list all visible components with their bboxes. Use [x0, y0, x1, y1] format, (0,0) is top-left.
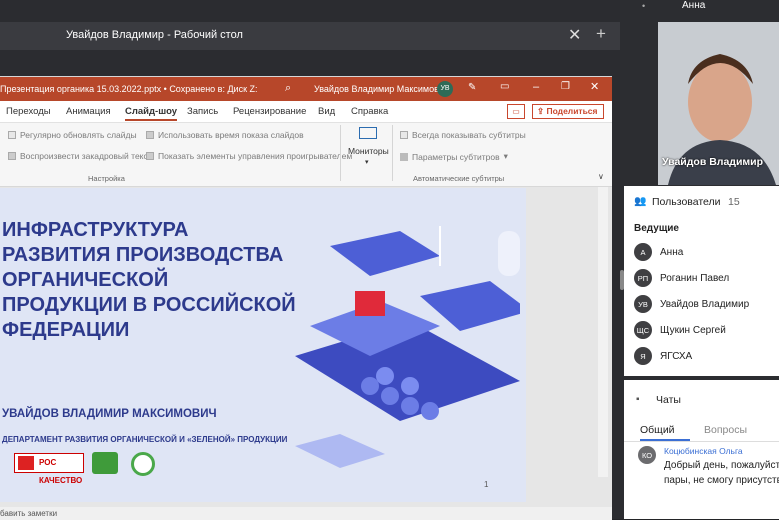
ribbon-display-icon[interactable]: ▭: [500, 81, 509, 92]
user-name[interactable]: Роганин Павел: [660, 273, 729, 284]
share-tab-bar: Увайдов Владимир - Рабочий стол ✕ +: [0, 22, 620, 50]
divider: [392, 125, 393, 181]
camera-top-label: Анна: [682, 0, 706, 11]
divider: [340, 125, 341, 181]
plus-icon[interactable]: +: [596, 24, 606, 44]
chevron-down-icon[interactable]: ▾: [365, 158, 369, 166]
user-name[interactable]: ЯГСХА: [660, 351, 692, 362]
tab-slideshow[interactable]: Слайд-шоу: [125, 106, 178, 121]
user-name[interactable]: Увайдов Владимир: [660, 299, 749, 310]
comment-icon[interactable]: ▭: [507, 104, 525, 119]
divider: [624, 441, 779, 442]
chat-message-line2: пары, не смогу присутств: [664, 475, 779, 486]
hosts-title: Ведущие: [634, 223, 679, 234]
pen-icon[interactable]: ✎: [468, 82, 476, 93]
slide-author: УВАЙДОВ ВЛАДИМИР МАКСИМОВИЧ: [2, 408, 217, 420]
monitors-button[interactable]: Мониторы: [348, 146, 389, 156]
avatar: КО: [638, 446, 656, 464]
chats-panel: ▪ Чаты Общий Вопросы КО Коцюбинская Ольг…: [624, 380, 779, 519]
users-title: Пользователи: [652, 196, 721, 208]
option-player-controls[interactable]: Показать элементы управления проигрывате…: [146, 151, 352, 161]
share-button[interactable]: ⇪ Поделиться: [532, 104, 604, 119]
avatar: УВ: [634, 295, 652, 313]
chat-author: Коцюбинская Ольга: [664, 446, 743, 456]
slide-department: ДЕПАРТАМЕНТ РАЗВИТИЯ ОРГАНИЧЕСКОЙ И «ЗЕЛ…: [2, 435, 288, 444]
chats-title: Чаты: [656, 394, 681, 406]
ppt-title-bar: Презентация органика 15.03.2022.pptx • С…: [0, 77, 612, 101]
tab-record[interactable]: Запись: [187, 106, 218, 117]
vertical-scrollbar[interactable]: [598, 187, 608, 477]
slide-area: ИНФРАСТРУКТУРА РАЗВИТИЯ ПРОИЗВОДСТВА ОРГ…: [0, 187, 612, 507]
eco-logo: [92, 452, 118, 474]
conference-panel: • Анна Увайдов Владимир 👥 Пользователи 1…: [620, 0, 779, 519]
subtitle-settings-button[interactable]: Параметры субтитров ▾: [400, 151, 508, 162]
option-narration[interactable]: Воспроизвести закадровый текст: [8, 151, 152, 161]
roskachestvo-logo: РОС КАЧЕСТВО: [14, 453, 84, 485]
avatar: РП: [634, 269, 652, 287]
tab-view[interactable]: Вид: [318, 106, 335, 117]
close-icon[interactable]: ✕: [568, 25, 581, 45]
monitor-icon[interactable]: [359, 127, 377, 139]
share-window-title: Увайдов Владимир - Рабочий стол: [66, 29, 243, 41]
farm-illustration: [295, 226, 520, 468]
avatar: ЩС: [634, 321, 652, 339]
option-always-subtitles[interactable]: Всегда показывать субтитры: [400, 130, 526, 140]
ppt-filename: Презентация органика 15.03.2022.pptx • С…: [0, 84, 258, 94]
option-refresh-slides[interactable]: Регулярно обновлять слайды: [8, 130, 137, 140]
tab-general[interactable]: Общий: [640, 424, 690, 441]
avatar: Я: [634, 347, 652, 365]
group-setup-label: Настройка: [88, 174, 125, 183]
chat-message-line1: Добрый день, пожалуйст: [664, 460, 779, 471]
ribbon-tabs: Переходы Анимация Слайд-шоу Запись Рецен…: [0, 101, 612, 123]
restore-icon[interactable]: ❐: [561, 81, 570, 92]
slide-number: 1: [484, 480, 489, 489]
participant-video: Увайдов Владимир: [658, 22, 779, 185]
tab-questions[interactable]: Вопросы: [704, 424, 747, 436]
tab-transitions[interactable]: Переходы: [6, 106, 51, 117]
share-button-label: Поделиться: [546, 106, 598, 116]
avatar: А: [634, 243, 652, 261]
ppt-user-name: Увайдов Владимир Максимович: [314, 84, 449, 94]
more-icon[interactable]: •: [642, 1, 645, 11]
users-panel: 👥 Пользователи 15 Ведущие А Анна РП Рога…: [624, 186, 779, 376]
slide-title: ИНФРАСТРУКТУРА РАЗВИТИЯ ПРОИЗВОДСТВА ОРГ…: [2, 219, 296, 341]
user-name[interactable]: Щукин Сергей: [660, 325, 726, 336]
resize-handle[interactable]: [620, 270, 624, 290]
users-icon: 👥: [634, 196, 647, 207]
participant-name: Увайдов Владимир: [662, 156, 764, 168]
notes-bar[interactable]: бавить заметки: [0, 507, 612, 520]
user-name[interactable]: Анна: [660, 247, 683, 258]
user-avatar[interactable]: УВ: [437, 81, 453, 97]
users-count: 15: [728, 196, 740, 208]
option-use-timings[interactable]: Использовать время показа слайдов: [146, 130, 304, 140]
ribbon-panel: Регулярно обновлять слайды Использовать …: [0, 123, 612, 187]
screen-share: Увайдов Владимир - Рабочий стол ✕ + През…: [0, 0, 620, 520]
slide-canvas: ИНФРАСТРУКТУРА РАЗВИТИЯ ПРОИЗВОДСТВА ОРГ…: [0, 188, 526, 502]
powerpoint-window: Презентация органика 15.03.2022.pptx • С…: [0, 76, 612, 520]
close-icon[interactable]: ✕: [590, 80, 599, 93]
search-icon[interactable]: ⌕: [285, 82, 291, 95]
organic-logo: [131, 452, 155, 476]
collapse-ribbon-icon[interactable]: ∨: [598, 172, 604, 181]
group-subtitles-label: Автоматические субтитры: [413, 174, 505, 183]
chat-icon: ▪: [636, 394, 640, 405]
tab-animation[interactable]: Анимация: [66, 106, 111, 117]
tab-help[interactable]: Справка: [351, 106, 388, 117]
tab-review[interactable]: Рецензирование: [233, 106, 306, 117]
minimize-icon[interactable]: –: [533, 81, 539, 93]
